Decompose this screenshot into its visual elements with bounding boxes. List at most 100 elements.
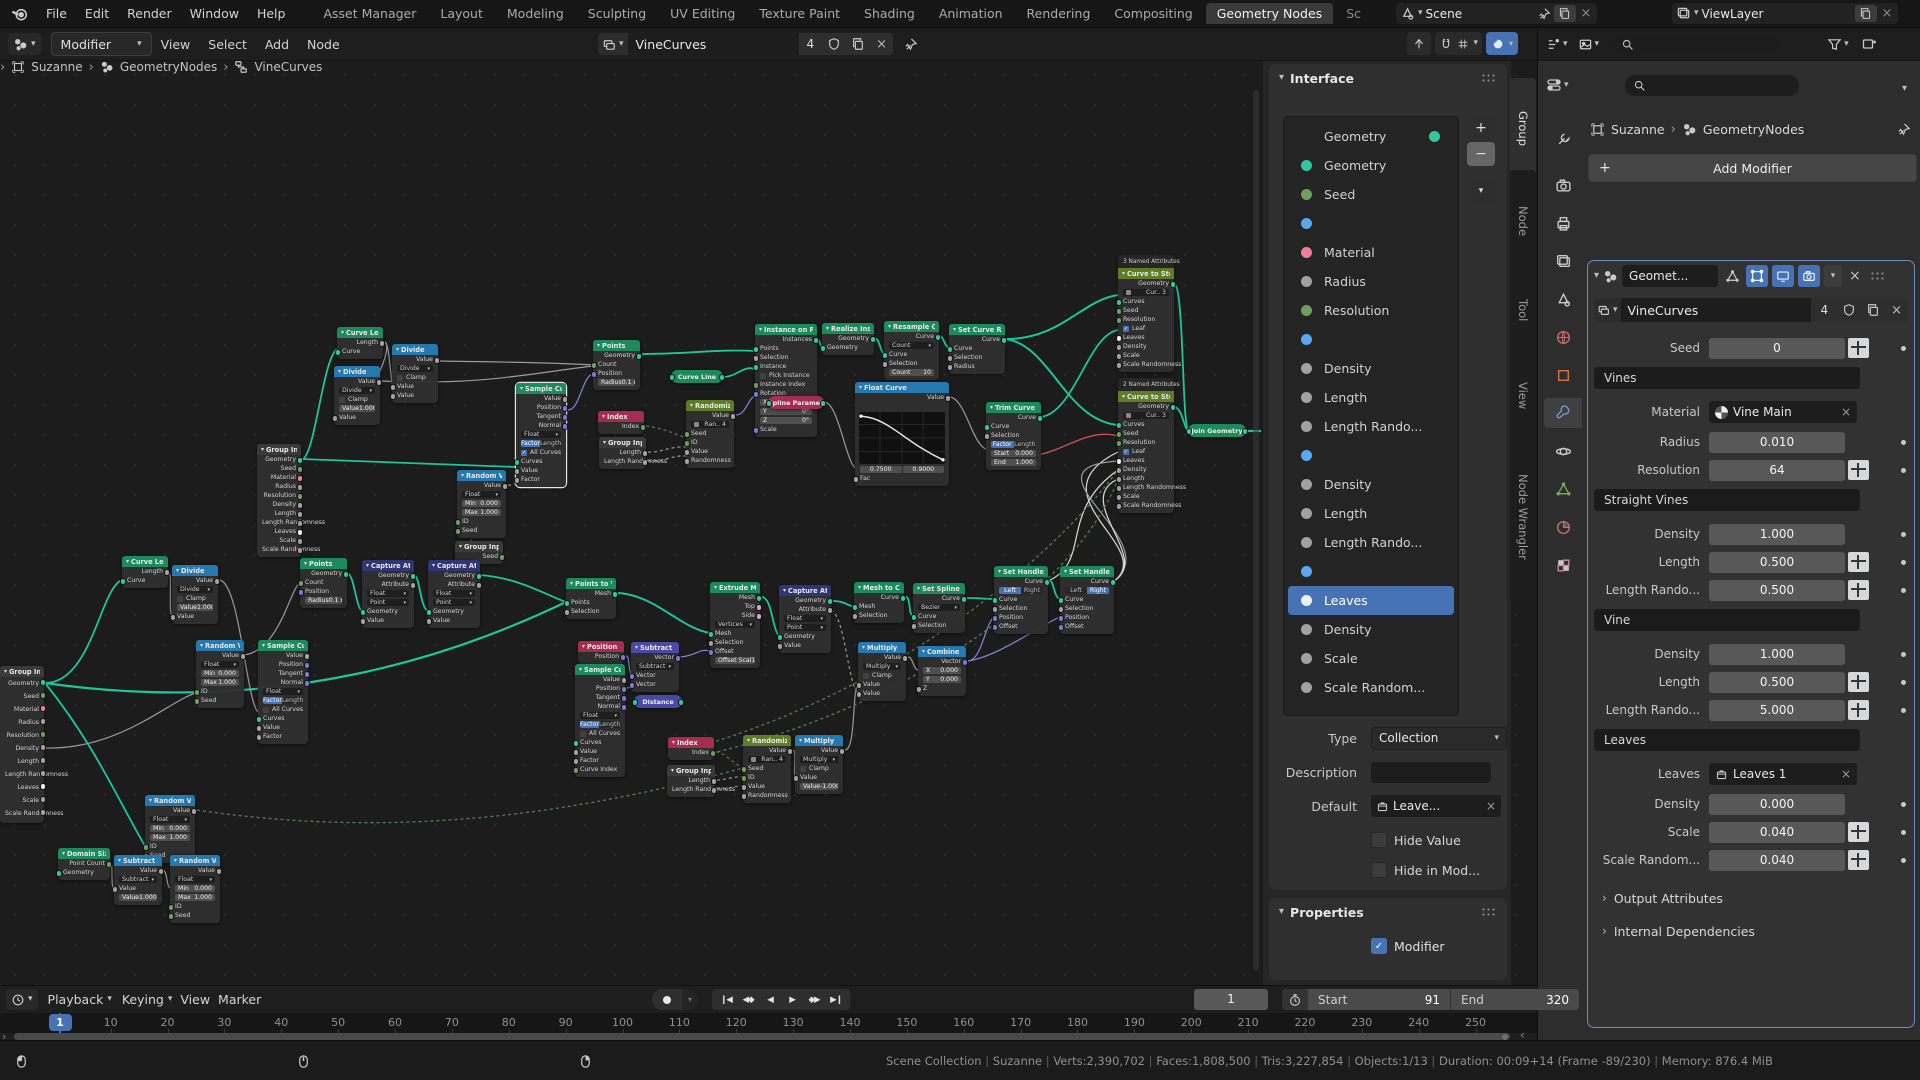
node-toggle[interactable]: FactorLength [580, 721, 620, 729]
toggle-option-factor[interactable]: Factor [263, 697, 282, 705]
interface-item-lengthrando[interactable]: Length Rando... [1288, 528, 1454, 557]
outliner-filter-mode[interactable]: ▾ [1578, 37, 1600, 52]
node-shpl[interactable]: ▾Set Handle PositionsCurveLeftRightCurve… [994, 566, 1048, 634]
node-header[interactable]: ▾Resample Curve [884, 321, 939, 332]
menu-file[interactable]: File [37, 6, 76, 21]
input-attribute-toggle[interactable] [1848, 700, 1869, 720]
output-socket-position[interactable] [621, 686, 628, 693]
browse-tree-button[interactable]: ▾ [1594, 298, 1621, 322]
new-scene-button[interactable] [1554, 5, 1576, 22]
input-socket-seed[interactable] [741, 766, 748, 773]
parent-tree-button[interactable] [1407, 32, 1431, 55]
property-value-field[interactable]: 0.500 [1709, 672, 1845, 693]
node-header[interactable]: ▾Random Value [145, 795, 195, 806]
node-cap2[interactable]: ▾Capture AttributeGeometryAttributeFloat… [428, 560, 480, 628]
tree-name-field[interactable]: VineCurves [1621, 298, 1812, 322]
node-dropdown[interactable]: Float▾ [462, 491, 501, 499]
output-socket-geometry[interactable] [827, 598, 834, 605]
node-id-selector[interactable]: Ran.. 4 [748, 756, 786, 764]
node-capb[interactable]: ▾Capture AttributeGeometryAttributeFloat… [779, 585, 831, 653]
toggle-option-factor[interactable]: Factor [521, 440, 540, 448]
menu-help[interactable]: Help [248, 6, 295, 21]
interface-item-density[interactable]: Density [1288, 615, 1454, 644]
output-socket-value[interactable] [839, 748, 846, 755]
node-dropdown[interactable]: Multiply▾ [863, 663, 901, 671]
input-socket-value[interactable] [856, 691, 863, 698]
properties-tab-object[interactable] [1544, 360, 1582, 390]
output-socket-value[interactable] [304, 653, 311, 660]
property-value-field[interactable]: 0 [1709, 338, 1845, 359]
input-socket-scale[interactable] [753, 427, 760, 434]
node-dropdown[interactable]: Float▾ [433, 590, 475, 598]
node-dropdown[interactable]: Float▾ [263, 688, 303, 696]
interface-item-scalerandom[interactable]: Scale Random... [1288, 673, 1454, 702]
timeline-scrollbar[interactable] [14, 1033, 1510, 1040]
tab-sculpting[interactable]: Sculpting [577, 3, 657, 24]
output-socket-value[interactable] [787, 748, 794, 755]
tab-modeling[interactable]: Modeling [496, 3, 575, 24]
node-sparam[interactable]: Spline Parameter [768, 396, 824, 409]
tree-name-field[interactable]: VineCurves [628, 33, 799, 55]
interface-panel-header[interactable]: ▾Interface [1269, 64, 1507, 92]
section-vines[interactable]: Vines [1594, 367, 1860, 389]
node-mul2[interactable]: ▾MultiplyValueMultiply▾ClampValueValue [858, 642, 906, 701]
animate-dot[interactable] [1901, 830, 1906, 835]
input-socket-id[interactable] [741, 775, 748, 782]
input-socket-factor[interactable] [573, 758, 580, 765]
properties-editor-type-button[interactable]: ▾ [1546, 77, 1569, 93]
output-socket-length[interactable] [642, 450, 649, 457]
input-socket-position[interactable] [1058, 615, 1065, 622]
output-socket-curve[interactable] [961, 596, 968, 603]
input-socket-selection[interactable] [1058, 606, 1065, 613]
node-header[interactable]: ▾Group Input [455, 541, 503, 552]
animate-dot[interactable] [1901, 858, 1906, 863]
node-rvbl2[interactable]: ▾Random ValueValueFloat▾Min0.000Max1.000… [170, 855, 220, 923]
output-socket-radius[interactable] [40, 718, 47, 725]
node-sc2[interactable]: ▾Sample CurveValuePositionTangentNormalF… [258, 640, 308, 744]
output-socket-geometry[interactable] [870, 336, 877, 343]
input-socket-id[interactable] [143, 844, 150, 851]
node-dropdown[interactable]: Subtract▾ [636, 663, 674, 671]
node-subv[interactable]: ▾SubtractVectorSubtract▾VectorVector [631, 642, 679, 692]
record-options-button[interactable]: ▾ [682, 989, 698, 1010]
node-rvbl[interactable]: ▾Random ValueValueFloat▾Min0.000Max1.000… [145, 795, 195, 863]
output-socket-tangent[interactable] [621, 695, 628, 702]
input-socket-count[interactable] [298, 580, 305, 587]
output-socket-top[interactable] [756, 604, 763, 611]
output-socket-curve[interactable] [900, 595, 907, 602]
animate-dot[interactable] [1901, 560, 1906, 565]
sidebar-tab-group[interactable]: Group [1510, 78, 1536, 180]
interface-item-scale[interactable]: Scale [1288, 644, 1454, 673]
input-socket-curve[interactable] [992, 597, 999, 604]
property-value-field[interactable]: 0.500 [1709, 580, 1845, 601]
input-socket-position[interactable] [992, 615, 999, 622]
output-socket-geometry[interactable] [1170, 404, 1177, 411]
input-socket-curves[interactable] [1116, 422, 1123, 429]
output-socket-length[interactable] [164, 569, 171, 576]
node-header[interactable]: ▾Set Spline Type [913, 583, 965, 594]
node-div1[interactable]: ▾DivideValueDivide▾ClampValueValue [392, 344, 438, 403]
node-header[interactable]: ▾Sample Curve [575, 664, 625, 675]
output-socket-value[interactable] [240, 653, 247, 660]
output-socket-value[interactable] [216, 868, 223, 875]
node-header[interactable]: ▾Capture Attribute [779, 585, 831, 596]
node-dropdown[interactable]: Subtract▾ [119, 876, 157, 884]
node-rnd_top[interactable]: ▾Randomize 001ValueRan.. 4SeedIDValueRan… [686, 400, 734, 468]
node-checkbox[interactable] [339, 397, 345, 403]
output-socket-density[interactable] [297, 502, 304, 509]
node-dropdown[interactable]: Float▾ [367, 590, 409, 598]
output-socket-position[interactable] [620, 654, 627, 661]
prev-keyframe-button[interactable]: ◀◆ [738, 989, 758, 1010]
input-socket-resolution[interactable] [1116, 317, 1123, 324]
tree-users-count[interactable]: 4 [799, 33, 823, 55]
timeline-menu-view[interactable]: View [180, 992, 210, 1007]
node-value-field[interactable]: End1.000 [991, 459, 1036, 467]
node-header[interactable]: ▾Curve to Stem 002 [1118, 391, 1174, 402]
node-header[interactable]: ▾Realize Instances [822, 323, 874, 334]
toggle-option-length[interactable]: Length [282, 697, 303, 705]
node-header[interactable]: ▾Index [598, 411, 644, 422]
node-trim[interactable]: ▾Trim CurveCurveCurveSelectionFactorLeng… [986, 402, 1041, 470]
node-checkbox[interactable] [397, 375, 403, 381]
item-menu-button[interactable]: ▾ [1467, 179, 1495, 203]
node-value-field[interactable]: Value-1.000 [800, 783, 838, 791]
